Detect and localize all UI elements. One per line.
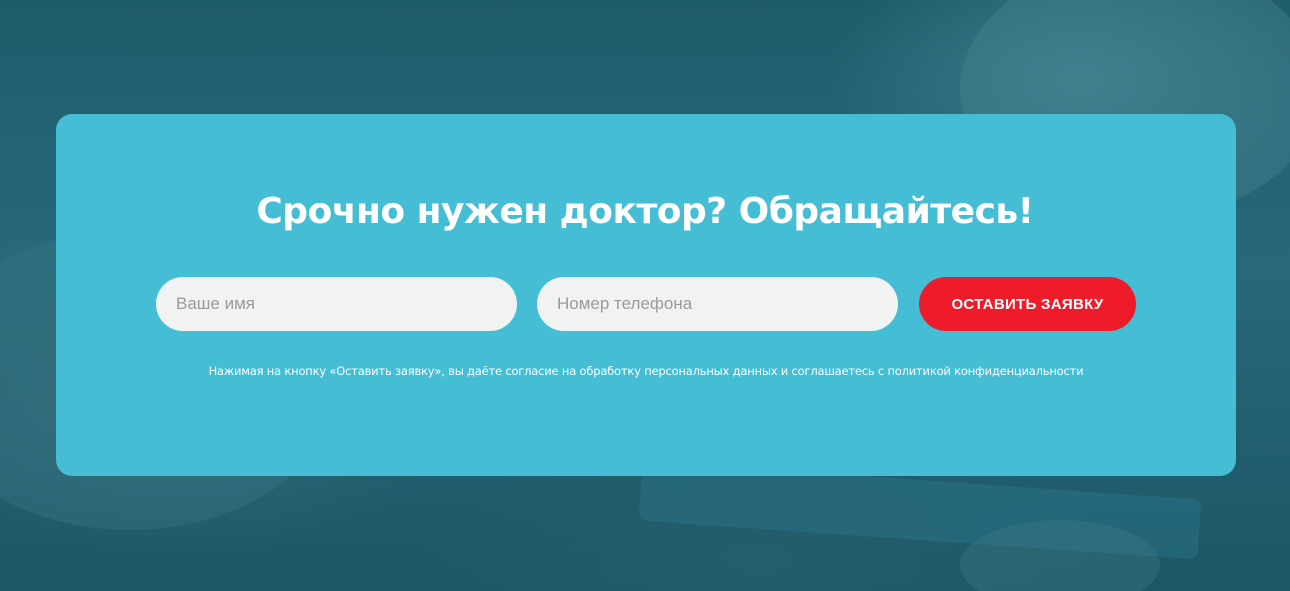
name-input[interactable] — [156, 277, 517, 331]
phone-input[interactable] — [537, 277, 898, 331]
form-title: Срочно нужен доктор? Обращайтесь! — [256, 191, 1034, 232]
submit-request-button[interactable]: Оставить заявку — [919, 277, 1136, 331]
consent-notice: Нажимая на кнопку «Оставить заявку», вы … — [208, 364, 1084, 378]
